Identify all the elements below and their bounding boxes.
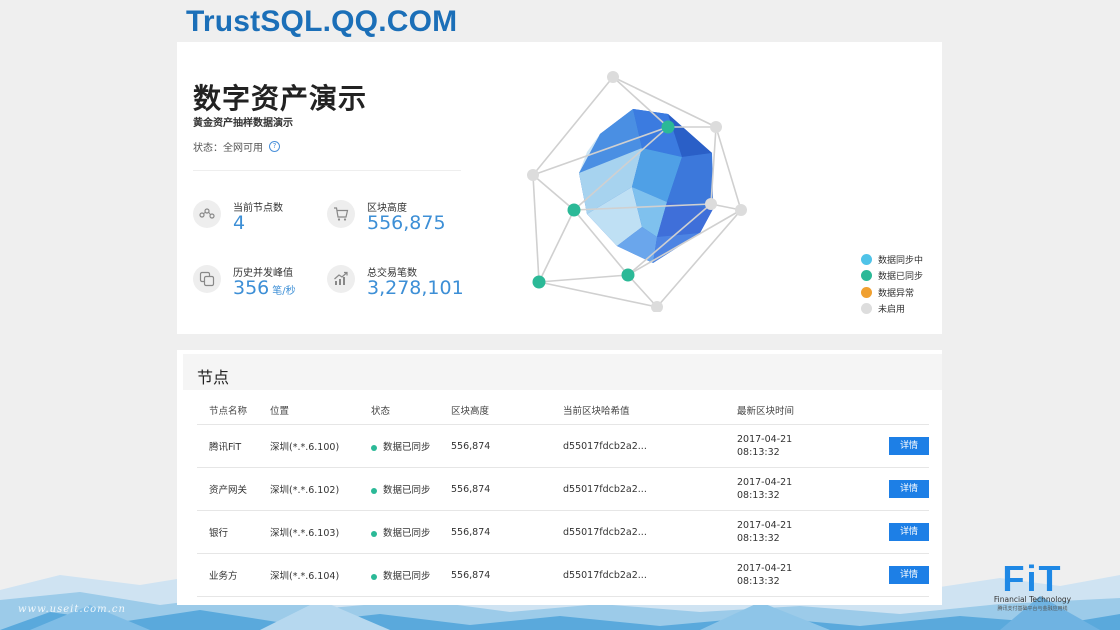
table-row: 腾讯FiT 深圳(*.*.6.100) 数据已同步 556,874 d55017…: [197, 424, 929, 468]
status-dot: [371, 573, 377, 580]
legend-label: 数据已同步: [878, 272, 924, 283]
legend-item-inactive: 未启用: [861, 301, 923, 318]
column-header: 位置: [270, 395, 371, 425]
legend-dot: [861, 303, 872, 315]
legend-item-error: 数据异常: [861, 284, 923, 301]
help-icon[interactable]: ?: [269, 141, 280, 152]
node-name: 银行: [197, 510, 270, 554]
node-time: 2017-04-21 08:13:32: [737, 510, 867, 554]
stat-value: 3,278,101: [367, 277, 464, 299]
network-status: 状态：全网可用 ?: [193, 139, 280, 154]
divider: [193, 170, 461, 171]
site-title[interactable]: TrustSQL.QQ.COM: [186, 5, 457, 39]
status-dot: [371, 444, 377, 451]
table-row: 银行 深圳(*.*.6.103) 数据已同步 556,874 d55017fdc…: [197, 510, 929, 554]
network-graph: [527, 71, 747, 312]
node-time: 2017-04-21 08:13:32: [737, 467, 867, 511]
nodes-card: 节点 节点名称 位置 状态 区块高度 当前区块哈希值 最新区块时间 腾讯FiT …: [177, 350, 942, 605]
legend-item-synced: 数据已同步: [861, 268, 923, 285]
detail-button[interactable]: 详情: [889, 437, 929, 455]
node-hash: d55017fdcb2a2...: [563, 510, 737, 554]
fit-logo-subtitle: Financial Technology: [993, 595, 1072, 604]
node-height: 556,874: [451, 467, 563, 511]
node-hash: d55017fdcb2a2...: [563, 424, 737, 468]
node-height: 556,874: [451, 510, 563, 554]
table-row: 资产网关 深圳(*.*.6.102) 数据已同步 556,874 d55017f…: [197, 467, 929, 511]
inactive-node: [735, 204, 747, 216]
legend-dot: [861, 286, 872, 298]
synced-node: [661, 120, 675, 134]
column-header: 最新区块时间: [737, 395, 867, 425]
node-name: 资产网关: [197, 467, 270, 511]
inactive-node: [705, 198, 717, 210]
page-subtitle: 黄金资产抽样数据演示: [193, 118, 293, 129]
node-location: 深圳(*.*.6.103): [270, 510, 371, 554]
node-time: 2017-04-21 08:13:32: [737, 424, 867, 468]
inactive-node: [527, 169, 539, 181]
node-status: 数据已同步: [371, 553, 451, 597]
status-dot: [371, 530, 377, 537]
synced-node: [532, 275, 546, 289]
node-location: 深圳(*.*.6.104): [270, 553, 371, 597]
column-header: 状态: [371, 395, 451, 425]
node-name: 腾讯FiT: [197, 424, 270, 468]
legend-item-syncing: 数据同步中: [861, 251, 923, 268]
stat-value: 4: [233, 212, 246, 234]
node-location: 深圳(*.*.6.100): [270, 424, 371, 468]
cart-icon: [327, 200, 355, 228]
fit-logo-text: FiT: [1002, 558, 1063, 599]
trend-chart-icon: [327, 265, 355, 293]
nodes-title: 节点: [197, 368, 230, 387]
network-status-text: 状态：全网可用: [193, 143, 263, 154]
nodes-header: 节点: [183, 354, 942, 390]
nodes-table: 节点名称 位置 状态 区块高度 当前区块哈希值 最新区块时间 腾讯FiT 深圳(…: [197, 395, 929, 597]
legend-dot: [861, 270, 872, 282]
column-header: 当前区块哈希值: [563, 395, 737, 425]
inactive-node: [607, 71, 619, 83]
status-dot: [371, 487, 377, 494]
stat-value: 356 笔/秒: [233, 277, 296, 299]
node-hash: d55017fdcb2a2...: [563, 553, 737, 597]
table-header-row: 节点名称 位置 状态 区块高度 当前区块哈希值 最新区块时间: [197, 395, 929, 425]
overview-card: 数字资产演示 黄金资产抽样数据演示 状态：全网可用 ? 当前节点数 4 区块高度…: [177, 42, 942, 334]
inactive-node: [710, 121, 722, 133]
node-height: 556,874: [451, 424, 563, 468]
detail-button[interactable]: 详情: [889, 523, 929, 541]
detail-button[interactable]: 详情: [889, 566, 929, 584]
synced-node: [567, 203, 581, 217]
footer-url: www.useit.com.cn: [18, 604, 126, 615]
nodes-icon: [193, 200, 221, 228]
column-header: 节点名称: [197, 395, 270, 425]
copy-icon: [193, 265, 221, 293]
fit-logo: FiT Financial Technology 腾讯支付基础平台与金融应用线: [985, 558, 1080, 613]
legend-label: 数据同步中: [878, 255, 924, 266]
node-status: 数据已同步: [371, 424, 451, 468]
column-header: 区块高度: [451, 395, 563, 425]
table-row: 业务方 深圳(*.*.6.104) 数据已同步 556,874 d55017fd…: [197, 553, 929, 597]
legend-dot: [861, 253, 872, 265]
node-time: 2017-04-21 08:13:32: [737, 553, 867, 597]
node-name: 业务方: [197, 553, 270, 597]
legend: 数据同步中 数据已同步 数据异常 未启用: [861, 251, 923, 317]
node-status: 数据已同步: [371, 510, 451, 554]
node-hash: d55017fdcb2a2...: [563, 467, 737, 511]
fit-logo-subtitle-cn: 腾讯支付基础平台与金融应用线: [997, 606, 1068, 612]
legend-label: 未启用: [878, 305, 906, 316]
stat-unit: 笔/秒: [272, 286, 296, 297]
node-status: 数据已同步: [371, 467, 451, 511]
stat-value: 556,875: [367, 212, 446, 234]
synced-node: [621, 268, 635, 282]
detail-button[interactable]: 详情: [889, 480, 929, 498]
legend-label: 数据异常: [878, 288, 915, 299]
node-location: 深圳(*.*.6.102): [270, 467, 371, 511]
column-header-action: [867, 395, 929, 425]
node-height: 556,874: [451, 553, 563, 597]
page-title: 数字资产演示: [193, 82, 368, 115]
